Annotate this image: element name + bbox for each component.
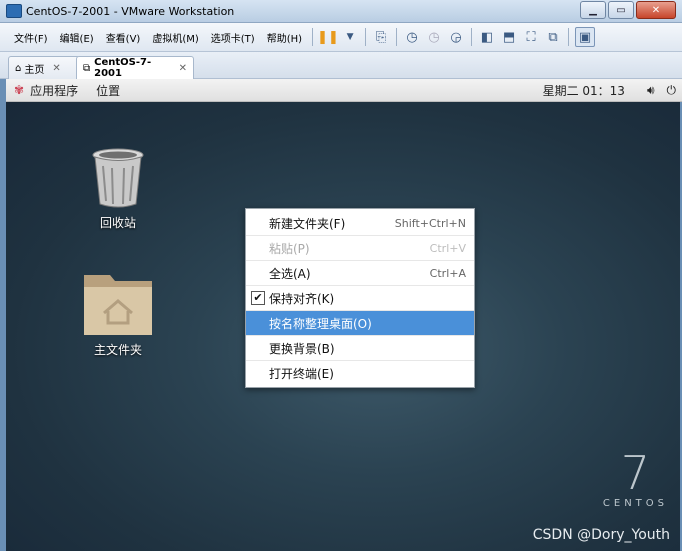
- tab-bar: ⌂ 主页 ✕ ⧉ CentOS-7-2001 ✕: [0, 52, 682, 79]
- menu-file[interactable]: 文件(F): [8, 30, 54, 45]
- desktop[interactable]: 回收站 主文件夹 新建文件夹(F) Shift+Ctrl+N 粘贴(P) Ctr…: [6, 102, 680, 551]
- menu-item-label: 按名称整理桌面(O): [269, 316, 372, 331]
- centos-wordmark: CENTOS: [602, 498, 668, 509]
- home-icon: ⌂: [15, 62, 22, 74]
- menu-item-change-background[interactable]: 更换背景(B): [246, 336, 474, 361]
- menu-item-shortcut: Ctrl+A: [429, 266, 466, 280]
- toolbar-separator: [365, 28, 367, 46]
- fullscreen-icon[interactable]: ⛶: [522, 28, 540, 46]
- toolbar-separator: [312, 28, 314, 46]
- snapshot-take-icon[interactable]: ◷: [403, 28, 421, 46]
- menu-item-open-terminal[interactable]: 打开终端(E): [246, 361, 474, 385]
- tab-vm-label: CentOS-7-2001: [94, 57, 152, 79]
- minimize-button[interactable]: ▁: [580, 1, 606, 19]
- menu-edit[interactable]: 编辑(E): [54, 30, 100, 45]
- tab-close-icon[interactable]: ✕: [179, 63, 187, 74]
- vmware-app-icon: [6, 4, 22, 18]
- unity-icon[interactable]: ⧉: [544, 28, 562, 46]
- send-ctrl-alt-del-icon[interactable]: ⎘: [372, 28, 390, 46]
- desktop-context-menu: 新建文件夹(F) Shift+Ctrl+N 粘贴(P) Ctrl+V 全选(A)…: [245, 208, 475, 388]
- toolbar-separator: [471, 28, 473, 46]
- checkbox-checked-icon[interactable]: ✔: [251, 291, 265, 305]
- centos-version-number: 7: [620, 446, 651, 500]
- applications-icon: ✾: [14, 83, 25, 97]
- trash-label: 回收站: [99, 216, 136, 230]
- applications-menu[interactable]: 应用程序: [30, 82, 78, 99]
- menu-item-select-all[interactable]: 全选(A) Ctrl+A: [246, 261, 474, 286]
- menu-item-shortcut: Shift+Ctrl+N: [394, 216, 466, 230]
- watermark: CSDN @Dory_Youth: [532, 527, 670, 543]
- menu-item-shortcut: Ctrl+V: [429, 241, 466, 255]
- menu-help[interactable]: 帮助(H): [261, 30, 308, 45]
- menu-item-label: 粘贴(P): [269, 241, 310, 256]
- trash-icon: [92, 148, 144, 208]
- tab-home[interactable]: ⌂ 主页 ✕: [8, 56, 80, 79]
- menu-item-label: 更换背景(B): [269, 341, 335, 356]
- window-controls: ▁ ▭ ✕: [580, 1, 676, 19]
- tab-close-icon[interactable]: ✕: [52, 63, 60, 74]
- home-folder-icon: [84, 275, 152, 335]
- menu-tabs[interactable]: 选项卡(T): [205, 30, 261, 45]
- window-titlebar: CentOS-7-2001 - VMware Workstation ▁ ▭ ✕: [0, 0, 682, 23]
- home-folder-label: 主文件夹: [93, 343, 142, 357]
- tab-vm[interactable]: ⧉ CentOS-7-2001 ✕: [76, 56, 194, 79]
- gnome-top-bar: ✾ 应用程序 位置 星期二 01：13 🔊︎ ⏻: [6, 79, 682, 102]
- toolbar-separator: [568, 28, 570, 46]
- menu-item-label: 新建文件夹(F): [269, 216, 346, 231]
- home-folder-desktop-icon[interactable]: 主文件夹: [76, 267, 160, 358]
- places-menu[interactable]: 位置: [96, 82, 120, 99]
- thumbnail-bar-icon[interactable]: ⬒: [500, 28, 518, 46]
- power-icon[interactable]: ⏻: [667, 83, 677, 98]
- tab-home-label: 主页: [24, 64, 45, 76]
- menu-item-organize-by-name[interactable]: 按名称整理桌面(O): [246, 311, 474, 336]
- clock[interactable]: 星期二 01：13: [543, 82, 625, 99]
- snapshot-manager-icon[interactable]: ◶: [447, 28, 465, 46]
- gnome-status-area: 星期二 01：13 🔊︎ ⏻: [543, 79, 676, 101]
- toolbar-separator: [396, 28, 398, 46]
- close-button[interactable]: ✕: [636, 1, 676, 19]
- window-title: CentOS-7-2001 - VMware Workstation: [26, 4, 235, 18]
- console-view-icon[interactable]: ▣: [575, 27, 596, 47]
- library-view-icon[interactable]: ◧: [478, 28, 496, 46]
- pause-icon[interactable]: ❚❚: [317, 28, 339, 46]
- menu-item-paste[interactable]: 粘贴(P) Ctrl+V: [246, 236, 474, 261]
- menu-vm[interactable]: 虚拟机(M): [146, 30, 204, 45]
- menu-item-new-folder[interactable]: 新建文件夹(F) Shift+Ctrl+N: [246, 211, 474, 236]
- volume-icon[interactable]: 🔊︎: [647, 83, 655, 98]
- centos-logo: 7 CENTOS: [603, 450, 668, 509]
- vm-icon: ⧉: [83, 62, 91, 74]
- menu-item-label: 打开终端(E): [269, 366, 334, 381]
- menu-item-keep-aligned[interactable]: ✔ 保持对齐(K): [246, 286, 474, 311]
- menu-item-label: 保持对齐(K): [269, 291, 335, 306]
- menu-item-label: 全选(A): [269, 266, 311, 281]
- menu-toolbar: 文件(F) 编辑(E) 查看(V) 虚拟机(M) 选项卡(T) 帮助(H) ❚❚…: [0, 23, 682, 52]
- trash-desktop-icon[interactable]: 回收站: [88, 146, 148, 231]
- snapshot-revert-icon[interactable]: ◷: [425, 28, 443, 46]
- dropdown-arrow-icon[interactable]: ▼: [341, 28, 359, 46]
- menu-view[interactable]: 查看(V): [100, 30, 147, 45]
- maximize-button[interactable]: ▭: [608, 1, 634, 19]
